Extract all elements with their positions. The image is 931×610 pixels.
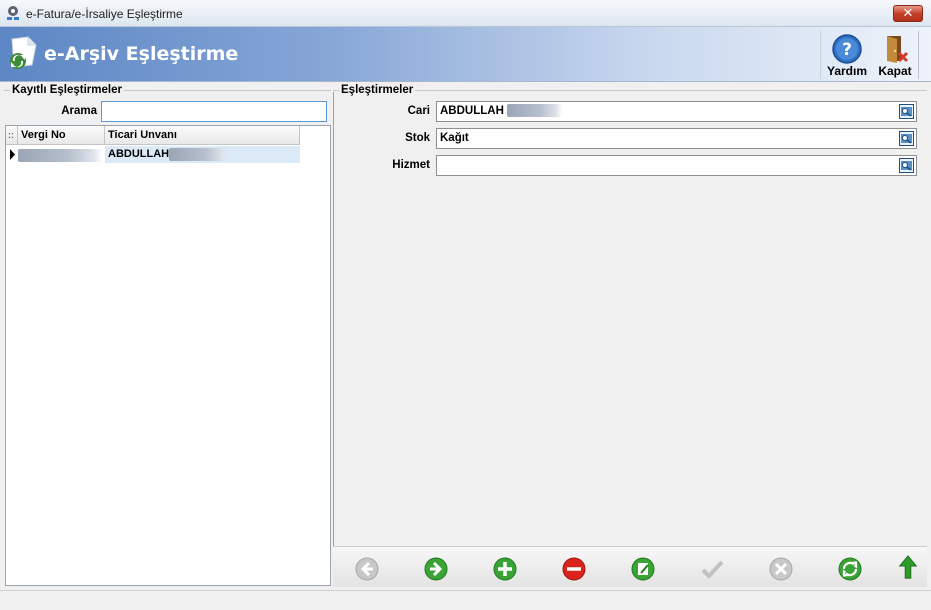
close-page-button[interactable]: Kapat — [872, 30, 918, 79]
forward-icon[interactable] — [423, 556, 449, 582]
edit-icon[interactable] — [630, 556, 656, 582]
saved-matches-title: Kayıtlı Eşleştirmeler — [10, 84, 124, 96]
page-header: e-Arşiv Eşleştirme ? Yardım Kapat — [0, 27, 931, 82]
window-title: e-Fatura/e-İrsaliye Eşleştirme — [26, 7, 183, 21]
lookup-icon[interactable] — [899, 131, 914, 146]
matches-panel: Eşleştirmeler Cari ABDULLAH Stok Kağıt H… — [333, 84, 927, 587]
lookup-icon[interactable] — [899, 158, 914, 173]
close-page-label: Kapat — [878, 64, 912, 78]
cari-label: Cari — [407, 105, 430, 117]
window-close-button[interactable]: ✕ — [893, 5, 923, 22]
cell-vergi-no — [18, 147, 105, 162]
hizmet-label: Hizmet — [392, 159, 430, 171]
group-line — [333, 90, 927, 91]
page-title: e-Arşiv Eşleştirme — [44, 43, 239, 65]
table-row[interactable]: ABDULLAH — [6, 146, 300, 163]
grid-column-chooser-icon[interactable]: :: — [6, 126, 18, 145]
cari-field[interactable]: ABDULLAH — [436, 101, 917, 122]
header-separator — [918, 31, 919, 79]
svg-text:?: ? — [842, 40, 852, 60]
add-icon[interactable] — [492, 556, 518, 582]
column-ticari-unvani[interactable]: Ticari Unvanı — [105, 126, 300, 145]
record-toolbar — [333, 546, 927, 587]
exit-door-icon — [887, 36, 909, 63]
up-arrow-icon[interactable] — [895, 554, 921, 580]
status-bar — [0, 590, 931, 610]
help-button[interactable]: ? Yardım — [822, 30, 872, 79]
window-titlebar: e-Fatura/e-İrsaliye Eşleştirme ✕ — [0, 0, 931, 27]
redacted-value — [18, 148, 102, 162]
grid-header: :: Vergi No Ticari Unvanı — [6, 126, 300, 145]
matches-title: Eşleştirmeler — [339, 84, 416, 96]
back-icon[interactable] — [354, 556, 380, 582]
search-label: Arama — [61, 105, 97, 117]
hizmet-field[interactable] — [436, 155, 917, 176]
document-sync-icon — [10, 36, 37, 69]
cell-ticari-unvani: ABDULLAH — [105, 146, 300, 163]
refresh-icon[interactable] — [837, 556, 863, 582]
confirm-icon[interactable] — [699, 556, 725, 582]
redacted-value — [507, 104, 563, 118]
stok-label: Stok — [405, 132, 430, 144]
search-input[interactable] — [101, 101, 327, 122]
header-separator — [820, 31, 821, 79]
stok-field[interactable]: Kağıt — [436, 128, 917, 149]
delete-icon[interactable] — [561, 556, 587, 582]
saved-matches-panel: Kayıtlı Eşleştirmeler Arama :: Vergi No … — [4, 84, 331, 587]
help-button-label: Yardım — [826, 64, 868, 78]
help-icon: ? — [832, 34, 862, 64]
lookup-icon[interactable] — [899, 104, 914, 119]
column-vergi-no[interactable]: Vergi No — [18, 126, 105, 145]
redacted-value — [169, 147, 230, 161]
cancel-icon[interactable] — [768, 556, 794, 582]
saved-matches-grid[interactable]: :: Vergi No Ticari Unvanı ABDULLAH — [5, 125, 331, 586]
panel-border — [333, 92, 334, 547]
row-indicator-icon — [10, 149, 15, 160]
app-icon — [7, 6, 19, 20]
